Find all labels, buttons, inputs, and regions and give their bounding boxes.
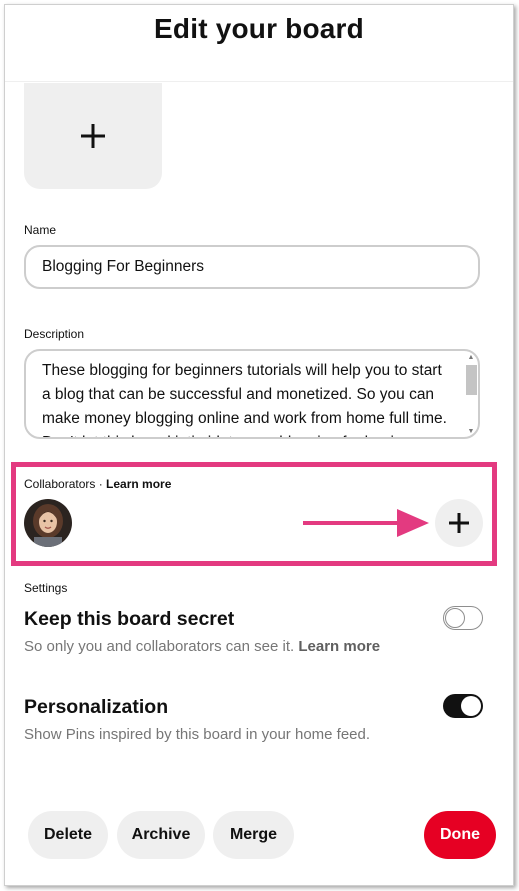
personalization-setting-title: Personalization xyxy=(24,696,169,718)
personalization-toggle[interactable] xyxy=(443,694,483,718)
archive-button[interactable]: Archive xyxy=(117,811,205,859)
plus-icon xyxy=(81,124,105,148)
name-value: Blogging For Beginners xyxy=(42,258,204,275)
avatar-image xyxy=(24,499,72,547)
edit-board-modal: Edit your board Name Blogging For Beginn… xyxy=(4,4,514,886)
plus-icon xyxy=(449,513,469,533)
arrow-right-icon xyxy=(303,509,429,537)
settings-label: Settings xyxy=(24,581,68,595)
personalization-setting-description: Show Pins inspired by this board in your… xyxy=(24,726,371,743)
secret-learn-more-link[interactable]: Learn more xyxy=(298,638,380,655)
description-value: These blogging for beginners tutorials w… xyxy=(42,362,447,437)
secret-setting-description: So only you and collaborators can see it… xyxy=(24,638,380,655)
toggle-knob xyxy=(445,608,465,628)
done-button[interactable]: Done xyxy=(424,811,496,859)
add-collaborator-button[interactable] xyxy=(435,499,483,547)
collaborators-label-text: Collaborators · xyxy=(24,477,107,491)
modal-header: Edit your board xyxy=(5,5,513,82)
secret-toggle[interactable] xyxy=(443,606,483,630)
name-label: Name xyxy=(24,223,57,237)
scrollbar-thumb[interactable] xyxy=(465,365,477,395)
merge-button[interactable]: Merge xyxy=(213,811,294,859)
collaborators-label: Collaborators · Learn more xyxy=(24,477,171,491)
scroll-down-icon[interactable]: ▼ xyxy=(468,427,475,437)
add-cover-button[interactable] xyxy=(24,83,162,189)
collaborator-avatar[interactable] xyxy=(24,499,72,547)
description-label: Description xyxy=(24,327,85,341)
secret-desc-text: So only you and collaborators can see it… xyxy=(24,638,299,655)
secret-setting-title: Keep this board secret xyxy=(24,608,235,630)
modal-title: Edit your board xyxy=(154,13,364,44)
collaborators-learn-more-link[interactable]: Learn more xyxy=(106,477,171,491)
name-field[interactable]: Blogging For Beginners xyxy=(24,245,480,289)
scroll-up-icon[interactable]: ▲ xyxy=(468,353,475,363)
toggle-knob xyxy=(461,696,481,716)
description-scrollbar[interactable]: ▲ ▼ xyxy=(465,353,477,437)
description-field[interactable]: These blogging for beginners tutorials w… xyxy=(24,349,480,439)
delete-button[interactable]: Delete xyxy=(28,811,108,859)
